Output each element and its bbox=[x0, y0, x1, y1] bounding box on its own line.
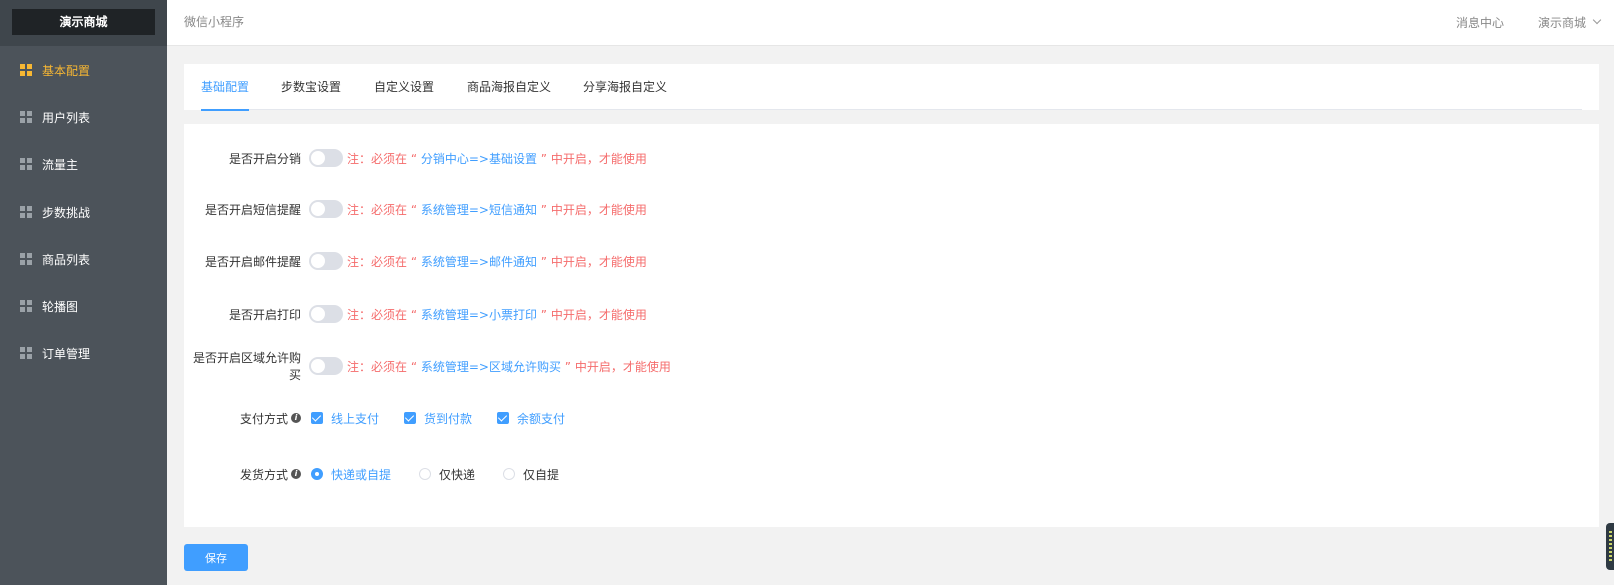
field-label: 发货方式 i bbox=[184, 466, 309, 483]
field-label: 是否开启分销 bbox=[228, 151, 301, 166]
sms-reminder-toggle[interactable] bbox=[309, 200, 343, 218]
field-label: 是否开启短信提醒 bbox=[204, 202, 301, 217]
distribution-toggle[interactable] bbox=[309, 149, 343, 167]
top-bar: 微信小程序 消息中心 演示商城 bbox=[167, 0, 1614, 46]
grid-icon bbox=[20, 206, 32, 218]
requirement-note: 注：必须在 “ 系统管理=>短信通知 ” 中开启，才能使用 bbox=[347, 202, 647, 217]
chevron-down-icon bbox=[1592, 15, 1602, 25]
requirement-note: 注：必须在 “ 分销中心=>基础设置 ” 中开启，才能使用 bbox=[347, 151, 647, 166]
sidebar-item-label: 流量主 bbox=[42, 157, 79, 172]
delivery-pickup-only-radio[interactable]: 仅自提 bbox=[503, 466, 559, 483]
form-row-payment: 支付方式 i 线上支付 货到付款 余额支付 bbox=[184, 406, 1599, 430]
tab-custom-settings[interactable]: 自定义设置 bbox=[374, 64, 434, 110]
payment-online-checkbox[interactable]: 线上支付 bbox=[311, 410, 379, 427]
note-link[interactable]: 系统管理=>邮件通知 bbox=[421, 255, 537, 269]
field-label: 是否开启邮件提醒 bbox=[204, 254, 301, 269]
requirement-note: 注：必须在 “ 系统管理=>小票打印 ” 中开启，才能使用 bbox=[347, 307, 647, 322]
payment-cod-checkbox[interactable]: 货到付款 bbox=[404, 410, 472, 427]
grid-icon bbox=[20, 253, 32, 265]
breadcrumb[interactable]: 微信小程序 bbox=[184, 0, 244, 44]
field-label: 是否开启打印 bbox=[228, 307, 301, 322]
tab-product-poster[interactable]: 商品海报自定义 bbox=[467, 64, 551, 110]
note-link[interactable]: 系统管理=>短信通知 bbox=[421, 203, 537, 217]
note-link[interactable]: 系统管理=>小票打印 bbox=[421, 308, 537, 322]
save-button[interactable]: 保存 bbox=[184, 544, 248, 571]
floating-side-widget[interactable] bbox=[1606, 523, 1614, 570]
sidebar: 演示商城 基本配置 用户列表 流量主 步数挑战 商品列表 轮播图 订单管理 bbox=[0, 0, 167, 585]
print-toggle[interactable] bbox=[309, 305, 343, 323]
sidebar-item-label: 商品列表 bbox=[42, 252, 91, 267]
user-menu-label: 演示商城 bbox=[1537, 15, 1586, 30]
form-row-delivery: 发货方式 i 快递或自提 仅快递 仅自提 bbox=[184, 462, 1599, 486]
sidebar-item-user-list[interactable]: 用户列表 bbox=[0, 99, 167, 135]
requirement-note: 注：必须在 “ 系统管理=>邮件通知 ” 中开启，才能使用 bbox=[347, 254, 647, 269]
info-icon[interactable]: i bbox=[291, 469, 301, 479]
sidebar-item-carousel[interactable]: 轮播图 bbox=[0, 288, 167, 324]
top-right-menu: 消息中心 演示商城 bbox=[1422, 0, 1602, 44]
checkbox-checked bbox=[497, 412, 510, 424]
checkbox-checked bbox=[404, 412, 417, 424]
sidebar-item-label: 订单管理 bbox=[42, 346, 91, 361]
requirement-note: 注：必须在 “ 系统管理=>区域允许购买 ” 中开启，才能使用 bbox=[347, 359, 671, 374]
email-reminder-toggle[interactable] bbox=[309, 252, 343, 270]
sidebar-item-label: 用户列表 bbox=[42, 110, 91, 125]
field-label: 支付方式 i bbox=[184, 410, 309, 427]
form-row-email: 是否开启邮件提醒 注：必须在 “ 系统管理=>邮件通知 ” 中开启，才能使用 bbox=[184, 249, 1599, 273]
tabs-card: 基础配置 步数宝设置 自定义设置 商品海报自定义 分享海报自定义 bbox=[184, 64, 1599, 111]
form-row-distribution: 是否开启分销 注：必须在 “ 分销中心=>基础设置 ” 中开启，才能使用 bbox=[184, 146, 1599, 170]
form-row-print: 是否开启打印 注：必须在 “ 系统管理=>小票打印 ” 中开启，才能使用 bbox=[184, 302, 1599, 326]
sidebar-item-basic-config[interactable]: 基本配置 bbox=[0, 52, 167, 88]
logo-area: 演示商城 bbox=[0, 0, 167, 46]
form-row-region: 是否开启区域允许购买 注：必须在 “ 系统管理=>区域允许购买 ” 中开启，才能… bbox=[184, 351, 1599, 382]
checkbox-checked bbox=[311, 412, 323, 424]
delivery-label: 发货方式 bbox=[239, 467, 288, 482]
grid-icon bbox=[20, 111, 32, 123]
info-icon[interactable]: i bbox=[291, 413, 301, 423]
user-menu[interactable]: 演示商城 bbox=[1537, 14, 1602, 31]
form-row-sms: 是否开启短信提醒 注：必须在 “ 系统管理=>短信通知 ” 中开启，才能使用 bbox=[184, 197, 1599, 221]
sidebar-item-orders[interactable]: 订单管理 bbox=[0, 335, 167, 371]
radio-selected bbox=[311, 468, 323, 480]
payment-balance-checkbox[interactable]: 余额支付 bbox=[497, 410, 565, 427]
sidebar-item-label: 步数挑战 bbox=[42, 205, 91, 220]
settings-form: 是否开启分销 注：必须在 “ 分销中心=>基础设置 ” 中开启，才能使用 是否开… bbox=[184, 124, 1599, 527]
radio-unselected bbox=[503, 468, 516, 480]
grid-icon bbox=[20, 64, 32, 76]
message-center-link[interactable]: 消息中心 bbox=[1456, 14, 1504, 31]
payment-label: 支付方式 bbox=[239, 411, 288, 426]
tab-basic-config[interactable]: 基础配置 bbox=[201, 64, 250, 111]
sidebar-item-step-challenge[interactable]: 步数挑战 bbox=[0, 194, 167, 230]
sidebar-item-product-list[interactable]: 商品列表 bbox=[0, 241, 167, 277]
app-logo[interactable]: 演示商城 bbox=[12, 9, 155, 35]
sidebar-item-label: 轮播图 bbox=[42, 299, 79, 314]
region-purchase-toggle[interactable] bbox=[309, 357, 343, 375]
grid-icon bbox=[20, 347, 32, 359]
sidebar-item-label: 基本配置 bbox=[42, 63, 91, 78]
delivery-express-or-pickup-radio[interactable]: 快递或自提 bbox=[311, 466, 391, 483]
radio-unselected bbox=[419, 468, 432, 480]
note-link[interactable]: 分销中心=>基础设置 bbox=[421, 152, 537, 166]
tab-bar: 基础配置 步数宝设置 自定义设置 商品海报自定义 分享海报自定义 bbox=[201, 64, 1582, 111]
grid-icon bbox=[20, 300, 32, 312]
delivery-express-only-radio[interactable]: 仅快递 bbox=[419, 466, 475, 483]
sidebar-item-traffic[interactable]: 流量主 bbox=[0, 146, 167, 182]
field-label: 是否开启区域允许购买 bbox=[192, 351, 301, 382]
note-link[interactable]: 系统管理=>区域允许购买 bbox=[421, 360, 561, 374]
tab-share-poster[interactable]: 分享海报自定义 bbox=[583, 64, 667, 110]
grid-icon bbox=[20, 158, 32, 170]
tab-step-treasure[interactable]: 步数宝设置 bbox=[281, 64, 341, 110]
